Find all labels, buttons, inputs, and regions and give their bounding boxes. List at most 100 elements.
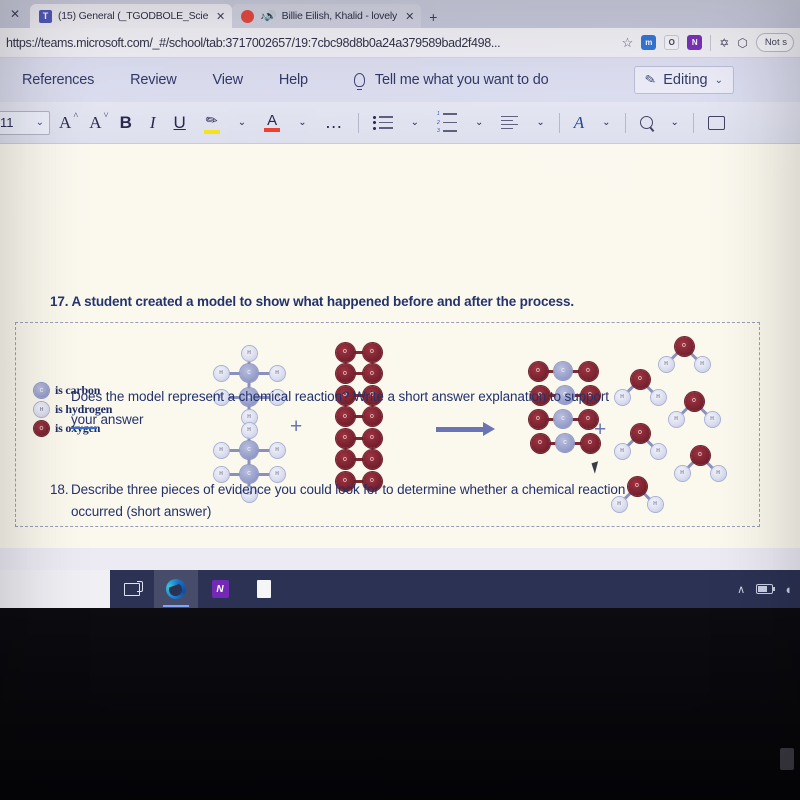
hydrogen-atom: H (213, 442, 229, 458)
oxygen-atom: O (362, 428, 382, 448)
bullet-list-chevron-icon[interactable]: ⌄ (402, 108, 428, 138)
underline-button[interactable]: U (165, 108, 195, 138)
tab-view[interactable]: View (195, 72, 261, 88)
atom-symbol: H (664, 361, 668, 367)
oxygen-atom: O (335, 428, 355, 448)
font-color-chevron-icon[interactable]: ⌄ (289, 108, 315, 138)
document-canvas[interactable]: 17. A student created a model to show wh… (0, 144, 800, 548)
italic-button[interactable]: I (141, 108, 165, 138)
numbered-list-icon: 1 2 3 (437, 111, 457, 134)
toolbar-divider (624, 112, 626, 133)
tell-me-search[interactable]: Tell me what you want to do (353, 72, 549, 90)
atom-symbol: O (692, 398, 696, 404)
taskbar-start-area[interactable] (0, 570, 110, 608)
styles-button[interactable]: A (565, 108, 593, 138)
numbered-list-chevron-icon[interactable]: ⌄ (466, 108, 492, 138)
question-17b-tail: answer (96, 412, 144, 427)
collections-icon[interactable]: ✡ (719, 36, 729, 50)
browser-tab-teams[interactable]: (15) General (_TGODBOLE_Scien ✕ (30, 4, 233, 28)
hydrogen-atom: H (674, 465, 690, 481)
extension-icon-onenote[interactable]: N (687, 35, 703, 50)
oxygen-atom: O (684, 391, 704, 411)
highlight-chevron-icon[interactable]: ⌄ (229, 108, 255, 138)
browser-tab-youtube[interactable]: ♪🔊 Billie Eilish, Khalid - lovely ✕ (232, 4, 422, 28)
grow-font-button[interactable]: A ˄ (50, 108, 80, 138)
speaker-icon[interactable]: ♪🔊 (260, 11, 276, 22)
bullet-list-button[interactable] (364, 108, 402, 138)
bold-button[interactable]: B (111, 108, 141, 138)
profile-button[interactable]: Not s (755, 33, 794, 52)
extension-icon-office[interactable]: O (664, 35, 680, 50)
hydrogen-atom: H (704, 411, 720, 427)
atom-symbol: C (247, 471, 251, 477)
teams-icon (39, 9, 52, 23)
atom-symbol: H (656, 394, 660, 400)
chevron-up-icon[interactable]: ∧ (737, 583, 745, 596)
toolbar-divider (692, 112, 694, 133)
plus-sign-products: + (594, 418, 607, 441)
document-icon[interactable] (242, 570, 286, 608)
font-size-select[interactable]: 11 ⌄ (0, 110, 50, 135)
highlight-color-button[interactable]: ✎ (195, 108, 229, 138)
find-chevron-icon[interactable]: ⌄ (662, 108, 688, 138)
onenote-icon[interactable]: N (198, 570, 242, 608)
oxygen-atom: O (335, 364, 355, 383)
new-tab-button[interactable]: + (421, 9, 445, 28)
atom-symbol: O (343, 370, 347, 377)
favorite-star-icon[interactable]: ☆ (622, 35, 634, 51)
oxygen-atom: O (674, 336, 694, 356)
url-input[interactable]: https://teams.microsoft.com/_#/school/ta… (6, 36, 614, 50)
oxygen-atom: O (630, 423, 650, 443)
edge-icon[interactable] (154, 570, 198, 608)
task-view-icon[interactable] (110, 570, 154, 608)
styles-chevron-icon[interactable]: ⌄ (593, 108, 619, 138)
word-ribbon-tabs: References Review View Help Tell me what… (0, 58, 800, 102)
tab-close-icon[interactable]: ✕ (405, 10, 414, 23)
atom-symbol: C (561, 368, 565, 374)
align-button[interactable] (492, 108, 527, 138)
atom-symbol: H (710, 416, 714, 422)
question-18-number: 18. (50, 482, 69, 497)
tell-me-label: Tell me what you want to do (374, 72, 549, 88)
spellcheck-word[interactable]: your (71, 412, 97, 429)
favorites-icon[interactable]: ⬡ (737, 36, 747, 50)
atom-symbol: C (563, 440, 567, 446)
atom-symbol: O (638, 376, 642, 382)
browser-tab-title: Billie Eilish, Khalid - lovely (281, 10, 398, 22)
atom-symbol: O (538, 440, 542, 446)
atom-symbol: H (674, 416, 678, 422)
align-chevron-icon[interactable]: ⌄ (527, 108, 553, 138)
oxygen-atom: O (362, 450, 382, 469)
editing-mode-button[interactable]: ✎ Editing ⌄ (634, 66, 734, 94)
onenote-glyph: N (216, 583, 224, 595)
window-close-icon[interactable]: ✕ (0, 0, 30, 28)
hydrogen-atom: H (269, 442, 285, 458)
atom-symbol: O (588, 440, 592, 446)
shrink-font-label: A (89, 112, 102, 132)
question-17-text: A student created a model to show what h… (71, 294, 574, 309)
extension-icon-blue[interactable]: m (641, 35, 657, 50)
numbered-list-button[interactable]: 1 2 3 (428, 108, 466, 138)
shrink-font-button[interactable]: A ˅ (80, 108, 110, 138)
atom-symbol: H (617, 501, 621, 507)
chevron-down-icon: ⌄ (35, 117, 44, 128)
more-options-button[interactable]: … (316, 108, 353, 138)
battery-icon[interactable] (756, 584, 776, 594)
tab-review[interactable]: Review (112, 72, 194, 88)
tab-help[interactable]: Help (261, 72, 326, 88)
hydrogen-atom: H (694, 356, 710, 372)
tab-references[interactable]: References (4, 72, 112, 88)
oxygen-atom: O (335, 407, 355, 426)
tab-close-icon[interactable]: ✕ (216, 10, 225, 23)
atom-symbol: O (343, 349, 347, 355)
oxygen-atom: O (690, 445, 710, 465)
oxygen-atom: O (578, 361, 598, 381)
system-tray: ∧ ◖ (737, 582, 800, 597)
wifi-icon[interactable]: ◖ (784, 582, 792, 597)
atom-symbol: O (536, 416, 540, 422)
carbon-atom: C (554, 362, 572, 380)
font-color-button[interactable]: A (255, 108, 289, 138)
dictate-button[interactable] (699, 108, 734, 138)
find-button[interactable] (631, 108, 662, 138)
mouse-cursor (591, 461, 602, 474)
